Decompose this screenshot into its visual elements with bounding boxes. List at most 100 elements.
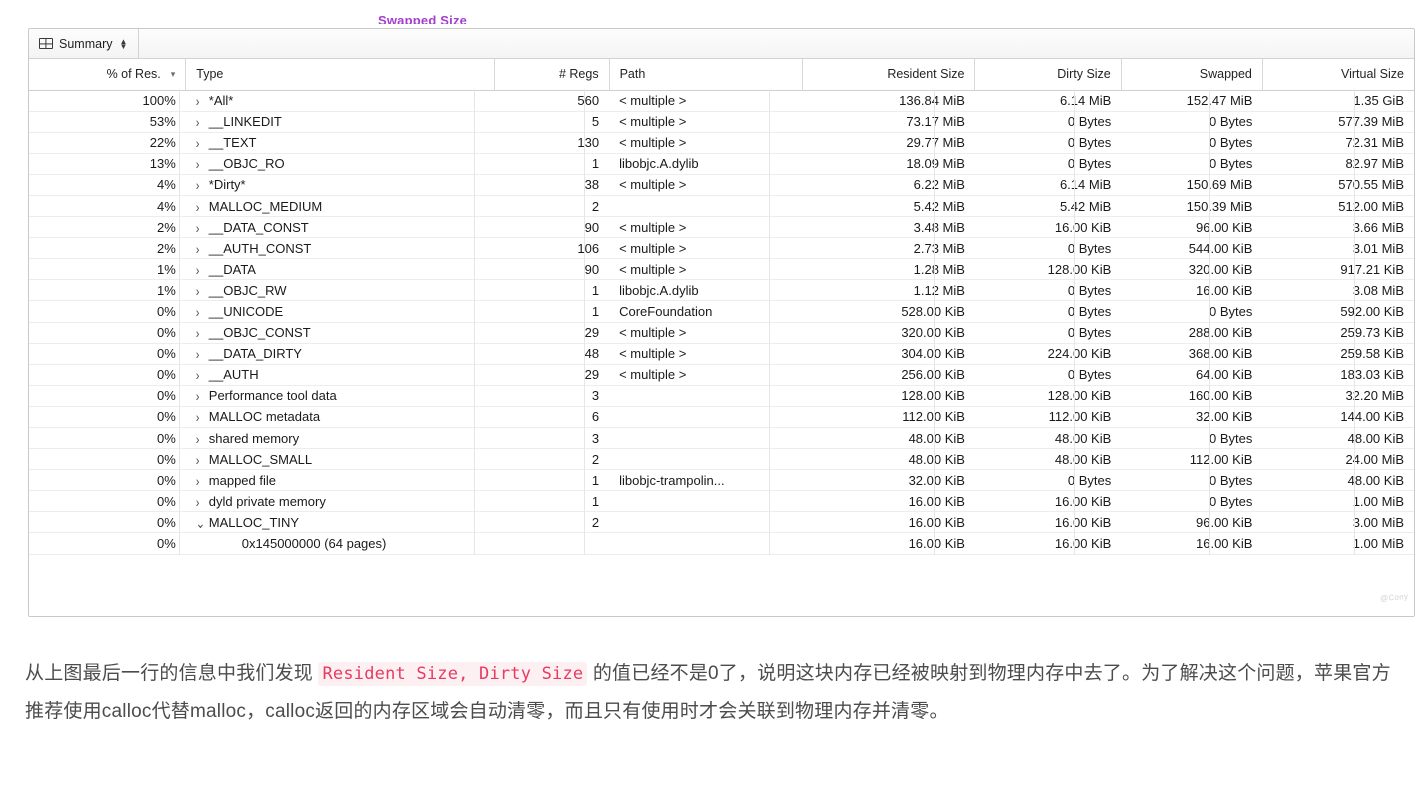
table-row[interactable]: 0% › __DATA_DIRTY 48 < multiple >304.00 KiB 2… [29,343,1414,365]
disclosure-chevron-right-icon[interactable]: › [196,284,209,299]
disclosure-chevron-right-icon[interactable]: › [196,137,209,152]
table-row[interactable]: 4% › *Dirty* 38 < multiple >6.22 MiB 6.14 MiB… [29,174,1414,196]
disclosure-chevron-right-icon[interactable]: › [196,369,209,384]
cell-virtual-size: 24.00 MiB [1262,448,1414,471]
up-down-chevrons-icon: ▲ ▼ [119,36,128,51]
cell-swapped: 0 Bytes [1121,490,1263,513]
cell-virtual-size: 3.01 MiB [1262,237,1414,260]
table-row[interactable]: 2% › __DATA_CONST 90 < multiple >3.48 MiB 16.… [29,216,1414,239]
cell-swapped: 96.00 KiB [1121,216,1263,239]
column-header-resident-size[interactable]: Resident Size [802,59,976,91]
cell-type: › MALLOC metadata [185,406,495,429]
disclosure-chevron-right-icon[interactable]: › [196,432,209,447]
cell-type-label: __AUTH_CONST [208,240,312,256]
cell-swapped: 150.39 MiB [1121,195,1263,218]
cell-swapped: 112.00 KiB [1121,448,1263,471]
cell-dirty-size: 0 Bytes [974,132,1122,154]
cell-pct-of-res: 0% [29,448,186,471]
summary-popup-button[interactable]: Summary ▲ ▼ [29,29,140,58]
cell-resident-size: 128.00 KiB [802,385,975,407]
disclosure-chevron-down-icon[interactable]: ⌄ [196,515,209,532]
memory-graph-panel: Summary ▲ ▼ % of Res. ▾ Type # Regs Path R… [28,28,1415,617]
cell-resident-size: 3.48 MiB [802,216,975,239]
cell-swapped: 152.47 MiB [1121,90,1263,112]
cell-virtual-size: 48.00 KiB [1262,427,1414,450]
cell-path: CoreFoundation [609,300,803,323]
disclosure-chevron-right-icon[interactable]: › [196,453,209,468]
disclosure-chevron-right-icon[interactable]: › [196,495,209,510]
cell-num-regs: 38 [494,174,610,196]
cell-resident-size: 1.28 MiB [802,258,975,281]
table-row[interactable]: 0% › MALLOC metadata 6 112.00 KiB 112.00 KiB 3… [29,406,1414,429]
table-row[interactable]: 0% › __OBJC_CONST 29 < multiple >320.00 KiB 0… [29,322,1414,344]
table-row[interactable]: 0% › __AUTH 29 < multiple >256.00 KiB 0 Bytes… [29,364,1414,386]
disclosure-chevron-right-icon[interactable]: › [196,179,209,194]
disclosure-chevron-right-icon[interactable]: › [196,242,209,257]
grid-icon [39,38,53,49]
table-row[interactable]: 0% › mapped file 1 libobjc-trampolin... 32.00… [29,469,1414,492]
cell-resident-size: 18.09 MiB [802,153,975,175]
disclosure-chevron-right-icon[interactable]: › [196,95,209,110]
cell-resident-size: 112.00 KiB [802,406,975,429]
prose-part-1: 从上图最后一行的信息中我们发现 [25,663,319,684]
cell-pct-of-res: 100% [29,90,186,112]
table-header-row: % of Res. ▾ Type # Regs Path Resident Siz… [29,59,1414,91]
disclosure-chevron-right-icon[interactable]: › [196,348,209,363]
table-row[interactable]: 0% › dyld private memory 1 16.00 KiB 16.00 Ki… [29,490,1414,513]
disclosure-chevron-right-icon[interactable]: › [196,221,209,236]
disclosure-chevron-right-icon[interactable]: › [196,116,209,131]
summary-popup-label: Summary [59,36,113,51]
cell-dirty-size: 0 Bytes [974,237,1122,260]
cell-swapped: 0 Bytes [1121,469,1263,492]
table-row[interactable]: 0% › MALLOC_SMALL 2 48.00 KiB 48.00 KiB 112.00… [29,448,1414,471]
disclosure-chevron-right-icon[interactable]: › [196,305,209,320]
disclosure-chevron-right-icon[interactable]: › [196,158,209,173]
disclosure-chevron-right-icon[interactable]: › [196,390,209,405]
disclosure-chevron-right-icon[interactable]: › [196,327,209,342]
column-header-swapped[interactable]: Swapped [1121,59,1263,91]
column-header-dirty-size[interactable]: Dirty Size [974,59,1122,91]
cell-swapped: 32.00 KiB [1121,406,1263,429]
cell-virtual-size: 3.00 MiB [1262,511,1414,534]
cell-path [609,406,803,429]
table-row[interactable]: 13% › __OBJC_RO 1 libobjc.A.dylib 18.09 MiB 0 … [29,153,1414,175]
cell-pct-of-res: 2% [29,216,186,239]
column-header-virtual-size[interactable]: Virtual Size [1262,59,1414,91]
table-row[interactable]: 2% › __AUTH_CONST 106 < multiple >2.73 MiB 0 … [29,237,1414,260]
explanatory-paragraph: 从上图最后一行的信息中我们发现 Resident Size, Dirty Siz… [25,655,1395,730]
table-row[interactable]: 22% › __TEXT 130 < multiple >29.77 MiB 0 Byte… [29,132,1414,154]
table-row[interactable]: 0% › Performance tool data 3 128.00 KiB 128.0… [29,385,1414,407]
cell-swapped: 544.00 KiB [1121,237,1263,260]
cell-virtual-size: 48.00 KiB [1262,469,1414,492]
cell-dirty-size: 16.00 KiB [974,216,1122,239]
cell-path: < multiple > [609,216,803,239]
disclosure-chevron-right-icon[interactable]: › [196,200,209,215]
table-row[interactable]: 4% › MALLOC_MEDIUM 2 5.42 MiB 5.42 MiB 150.39 … [29,195,1414,218]
table-row[interactable]: 100% › *All* 560 < multiple >136.84 MiB 6.14 … [29,90,1414,112]
cell-resident-size: 48.00 KiB [802,427,975,450]
table-row[interactable]: 0% 0x145000000 (64 pages) 16.00 KiB 16.00 K… [29,532,1414,555]
column-header-type[interactable]: Type [185,59,495,91]
watermark: @Cony [1379,592,1409,603]
table-row[interactable]: 1% › __DATA 90 < multiple >1.28 MiB 128.00 Ki… [29,258,1414,281]
cell-type: › __AUTH_CONST [185,237,495,260]
column-header-num-regs[interactable]: # Regs [494,59,610,91]
disclosure-chevron-right-icon[interactable]: › [196,474,209,489]
cell-virtual-size: 512.00 MiB [1262,195,1414,218]
cell-type-label: Performance tool data [208,388,337,404]
chevron-down-icon: ▾ [170,69,176,80]
cell-type: › __TEXT [185,132,495,154]
cell-type-label: MALLOC metadata [208,409,321,425]
disclosure-chevron-right-icon[interactable]: › [196,411,209,426]
table-row[interactable]: 0% ⌄ MALLOC_TINY 2 16.00 KiB 16.00 KiB 96.00 K… [29,511,1414,534]
column-header-pct-of-res[interactable]: % of Res. ▾ [29,59,187,91]
disclosure-chevron-right-icon[interactable]: › [196,263,209,278]
cell-path [609,195,803,218]
column-header-path[interactable]: Path [609,59,803,91]
table-row[interactable]: 1% › __OBJC_RW 1 libobjc.A.dylib 1.12 MiB 0 By… [29,279,1414,302]
table-row[interactable]: 0% › shared memory 3 48.00 KiB 48.00 KiB 0 Byt… [29,427,1414,450]
cell-path: libobjc.A.dylib [609,279,803,302]
table-row[interactable]: 0% › __UNICODE 1 CoreFoundation 528.00 KiB 0 B… [29,300,1414,323]
cell-path: libobjc-trampolin... [609,469,803,492]
table-row[interactable]: 53% › __LINKEDIT 5 < multiple >73.17 MiB 0 By… [29,111,1414,133]
